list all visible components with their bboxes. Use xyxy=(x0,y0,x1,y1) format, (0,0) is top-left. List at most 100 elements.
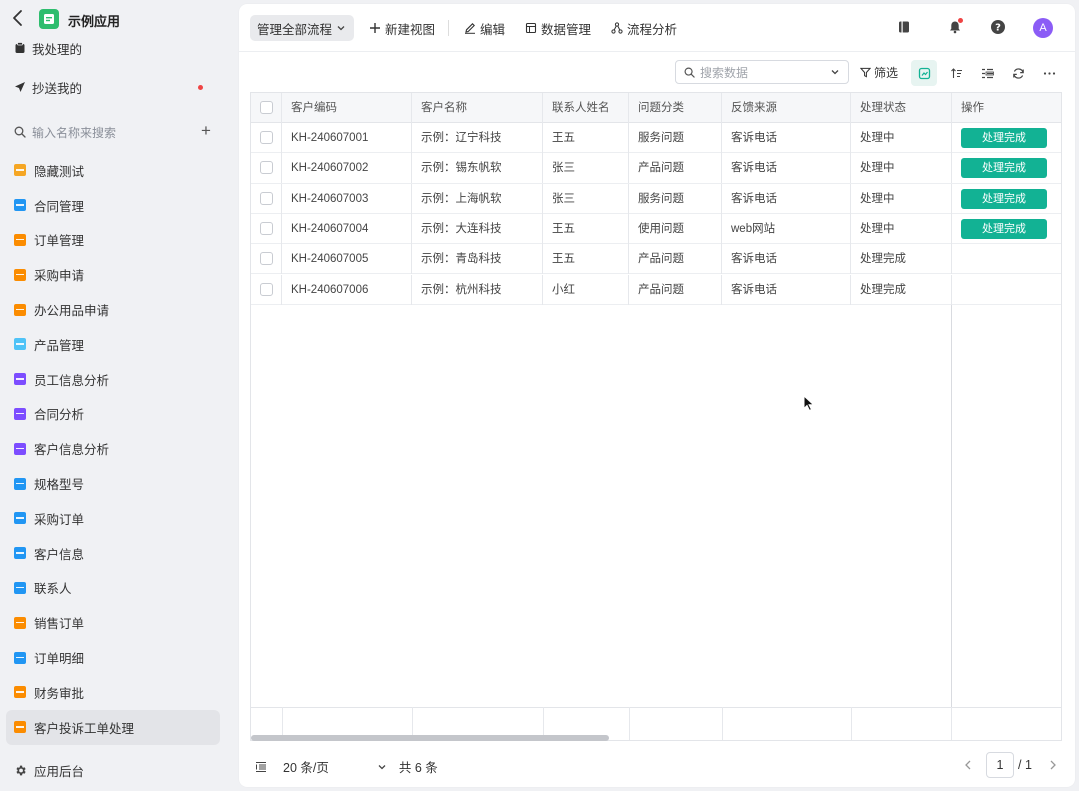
sidebar-item-label: 财务审批 xyxy=(34,686,85,701)
sidebar-item-label: 员工信息分析 xyxy=(34,373,110,388)
sort-icon[interactable] xyxy=(943,60,969,86)
back-arrow-icon[interactable] xyxy=(10,9,26,27)
row-checkbox[interactable] xyxy=(260,221,273,235)
sidebar-item[interactable]: 办公用品申请 xyxy=(6,292,220,327)
sidebar-item[interactable]: 合同管理 xyxy=(6,188,220,223)
data-manage-button[interactable]: 数据管理 xyxy=(525,18,591,38)
table-row[interactable]: KH-240607001 示例：辽宁科技 王五 服务问题 客诉电话 处理中 处理完成 xyxy=(251,123,1061,154)
row-checkbox[interactable] xyxy=(260,131,273,144)
column-header[interactable]: 处理状态 xyxy=(851,93,952,123)
view-select[interactable]: 管理全部流程 xyxy=(250,15,354,41)
sidebar-item-label: 产品管理 xyxy=(34,338,85,353)
chevron-down-icon[interactable] xyxy=(830,67,840,77)
more-icon[interactable] xyxy=(1036,60,1062,86)
sidebar-search[interactable]: 输入名称来搜索 xyxy=(14,122,214,142)
row-checkbox[interactable] xyxy=(260,252,273,266)
table-cell-source: 客诉电话 xyxy=(722,153,851,184)
sidebar-item[interactable]: 销售订单 xyxy=(6,605,220,640)
table-row[interactable]: KH-240607002 示例：锡东帆软 张三 产品问题 客诉电话 处理中 处理完成 xyxy=(251,153,1061,184)
bell-icon[interactable] xyxy=(946,18,964,36)
sidebar-item[interactable]: 规格型号 xyxy=(6,466,220,501)
view-mode-icon[interactable] xyxy=(911,60,937,86)
select-all-checkbox[interactable] xyxy=(260,101,273,114)
row-checkbox[interactable] xyxy=(260,161,273,175)
sidebar-item-label: 采购申请 xyxy=(34,269,85,284)
sidebar-item[interactable]: 员工信息分析 xyxy=(6,362,220,397)
complete-button[interactable]: 处理完成 xyxy=(961,188,1047,209)
app-admin-link[interactable]: 应用后台 xyxy=(14,760,84,780)
app-admin-label: 应用后台 xyxy=(34,764,85,779)
table-row[interactable]: KH-240607004 示例：大连科技 王五 使用问题 web网站 处理中 处理完成 xyxy=(251,213,1061,245)
complete-button[interactable]: 处理完成 xyxy=(961,218,1047,239)
new-view-button[interactable]: 新建视图 xyxy=(369,18,435,38)
table-row[interactable]: KH-240607006 示例：杭州科技 小红 产品问题 客诉电话 处理完成 xyxy=(251,274,1061,305)
help-icon[interactable]: ? xyxy=(989,18,1007,36)
table-row[interactable]: KH-240607003 示例：上海帆软 张三 服务问题 客诉电话 处理中 处理完成 xyxy=(251,183,1061,214)
flow-analysis-button[interactable]: 流程分析 xyxy=(611,18,677,38)
row-checkbox[interactable] xyxy=(260,191,273,205)
sidebar-item-cc-me[interactable]: 抄送我的 xyxy=(14,77,82,97)
table-cell-status: 处理中 xyxy=(851,153,952,184)
row-checkbox[interactable] xyxy=(260,282,273,296)
table-cell-code: KH-240607003 xyxy=(282,183,412,214)
sidebar-item[interactable]: 隐藏测试 xyxy=(6,153,220,188)
view-select-value: 管理全部流程 xyxy=(257,22,333,37)
row-select-cell xyxy=(251,123,282,153)
sidebar-item[interactable]: 订单明细 xyxy=(6,640,220,675)
sidebar-item[interactable]: 采购订单 xyxy=(6,501,220,536)
table-cell-contact: 张三 xyxy=(543,183,629,214)
select-all-cell xyxy=(251,93,282,123)
total-count: 共 6 条 xyxy=(398,761,438,775)
column-header[interactable]: 客户名称 xyxy=(412,93,543,123)
next-page-icon[interactable] xyxy=(1048,759,1058,771)
sidebar-item[interactable]: 合同分析 xyxy=(6,397,220,432)
complete-button[interactable]: 处理完成 xyxy=(961,128,1047,148)
new-view-label: 新建视图 xyxy=(385,22,436,37)
table-row[interactable]: KH-240607005 示例：青岛科技 王五 产品问题 客诉电话 处理完成 xyxy=(251,244,1061,275)
sidebar-item-label: 订单明细 xyxy=(34,652,85,667)
search-input[interactable]: 搜索数据 xyxy=(675,60,849,84)
sidebar-search-input[interactable]: 输入名称来搜索 xyxy=(32,124,116,141)
sidebar-item[interactable]: 产品管理 xyxy=(6,327,220,362)
table-cell-source: 客诉电话 xyxy=(722,183,851,214)
row-select-cell xyxy=(251,213,282,244)
column-header[interactable]: 问题分类 xyxy=(629,93,722,123)
table-cell-name: 示例：杭州科技 xyxy=(412,274,543,305)
page-number-input[interactable]: 1 xyxy=(986,752,1014,778)
column-header[interactable]: 客户编码 xyxy=(282,93,412,123)
chevron-down-icon[interactable] xyxy=(377,762,387,772)
table-cell-status: 处理中 xyxy=(851,123,952,153)
footer-cell-divider xyxy=(722,707,723,740)
sidebar-item[interactable]: 采购申请 xyxy=(6,257,220,292)
refresh-icon[interactable] xyxy=(1005,60,1031,86)
prev-page-icon[interactable] xyxy=(963,759,973,771)
filter-button[interactable]: 筛选 xyxy=(860,64,898,80)
sidebar-item[interactable]: 财务审批 xyxy=(6,675,220,710)
sidebar-item[interactable]: 客户投诉工单处理 xyxy=(6,709,220,745)
table-cell-category: 产品问题 xyxy=(629,274,722,305)
complete-button[interactable]: 处理完成 xyxy=(961,158,1047,179)
table-header: 客户编码 客户名称 联系人姓名 问题分类 反馈来源 处理状态 操作 xyxy=(251,93,1061,123)
sidebar-item[interactable]: 订单管理 xyxy=(6,223,220,258)
column-header[interactable]: 反馈来源 xyxy=(722,93,851,123)
table-cell-contact: 张三 xyxy=(543,153,629,184)
column-header[interactable]: 联系人姓名 xyxy=(543,93,629,123)
row-select-cell xyxy=(251,274,282,305)
sidebar-item[interactable]: 客户信息分析 xyxy=(6,431,220,466)
book-icon[interactable] xyxy=(895,18,913,36)
sidebar-item[interactable]: 客户信息 xyxy=(6,536,220,571)
table-icon xyxy=(525,22,537,34)
avatar[interactable]: A xyxy=(1033,18,1053,38)
page-size-select[interactable]: 20 条/页 xyxy=(283,757,329,776)
notification-dot xyxy=(958,18,963,23)
sidebar-item[interactable]: 联系人 xyxy=(6,571,220,606)
add-icon[interactable]: + xyxy=(199,122,213,139)
sidebar-item-my-handled[interactable]: 我处理的 xyxy=(14,38,82,58)
app-logo-icon xyxy=(39,9,59,29)
row-height-icon[interactable] xyxy=(974,60,1000,86)
table-cell-contact: 王五 xyxy=(543,213,629,244)
row-density-icon[interactable] xyxy=(255,761,267,773)
table-cell-category: 服务问题 xyxy=(629,123,722,153)
edit-button[interactable]: 编辑 xyxy=(464,18,505,38)
horizontal-scrollbar[interactable] xyxy=(251,735,609,741)
